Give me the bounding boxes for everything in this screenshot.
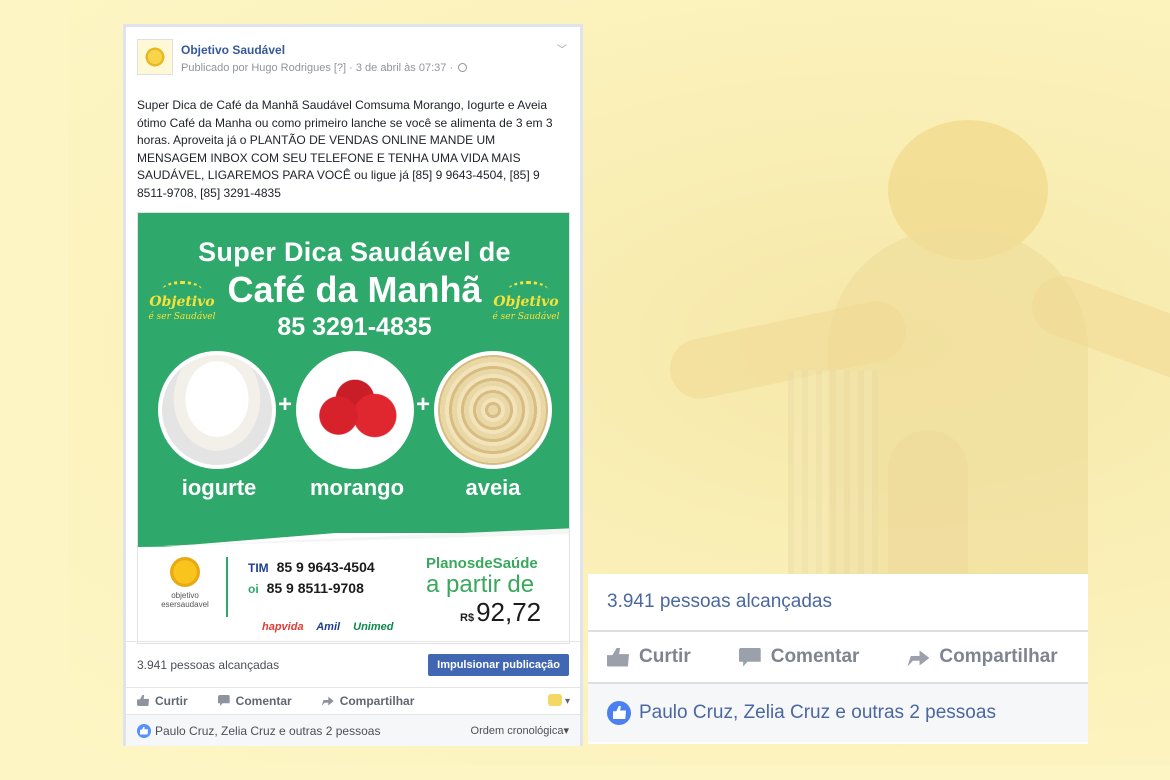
page-avatar-small-icon	[547, 694, 562, 706]
like-badge-icon	[607, 701, 631, 725]
partner-brands: hapvida Amil Unimed	[262, 621, 393, 633]
chevron-down-icon[interactable]: ﹀	[557, 41, 567, 56]
tim-number: 85 9 9643-4504	[276, 559, 375, 575]
oi-phone: oi 85 9 8511-9708	[248, 580, 364, 596]
planos-title: PlanosdeSaúde	[426, 555, 538, 572]
planos-partir: a partir de	[426, 571, 535, 598]
post-meta: Publicado por Hugo Rodrigues [?] · 3 de …	[181, 62, 468, 74]
brand-logo-line1: objetivo	[171, 591, 199, 600]
zoom-action-bar: Curtir Comentar Compartilhar	[588, 632, 1088, 684]
zoomed-stats-panel: 3.941 pessoas alcançadas Curtir Comentar…	[588, 574, 1088, 744]
comment-icon	[217, 695, 230, 706]
background-child	[888, 430, 968, 580]
page-avatar[interactable]	[137, 39, 173, 75]
oats-image	[434, 351, 552, 469]
page-selector[interactable]: ▾	[547, 694, 570, 707]
amil-logo: Amil	[316, 621, 341, 633]
brand-logo: objetivo esersaudavel	[150, 557, 220, 609]
yogurt-image	[158, 351, 276, 469]
comment-button[interactable]: Comentar	[217, 693, 292, 708]
zoom-like: Curtir	[607, 646, 691, 668]
plus-sign: +	[278, 391, 293, 418]
comment-icon	[738, 647, 761, 667]
action-bar: Curtir Comentar Compartilhar ▾	[126, 687, 580, 713]
zoom-comment: Comentar	[738, 646, 860, 668]
comment-order-dropdown[interactable]: Ordem cronológica▾	[471, 724, 569, 737]
strawberry-image	[296, 351, 414, 469]
reach-row: 3.941 pessoas alcançadas Impulsionar pub…	[126, 641, 580, 687]
share-icon	[907, 650, 930, 667]
brand-logo-line2: esersaudavel	[161, 600, 209, 609]
zoom-comment-label: Comentar	[770, 646, 860, 667]
hapvida-logo: hapvida	[262, 621, 304, 633]
share-label: Compartilhar	[339, 693, 415, 708]
facebook-post-card: Objetivo Saudável Publicado por Hugo Rod…	[123, 24, 583, 746]
unimed-logo: Unimed	[353, 621, 394, 633]
zoom-likes-names: Paulo Cruz, Zelia Cruz e outras 2 pessoa…	[639, 702, 996, 723]
food-label-morango: morango	[309, 475, 405, 500]
oi-number: 85 9 8511-9708	[266, 580, 364, 596]
tim-logo: TIM	[248, 561, 269, 575]
brand-logo-icon	[170, 557, 200, 587]
like-badge-icon	[137, 723, 151, 738]
like-button[interactable]: Curtir	[137, 694, 188, 708]
comment-label: Comentar	[235, 693, 292, 708]
currency: R$	[460, 612, 475, 624]
post-header: Objetivo Saudável Publicado por Hugo Rod…	[137, 39, 569, 79]
image-phone: 85 3291-4835	[277, 313, 432, 341]
thumbs-up-icon	[137, 695, 149, 706]
image-bottom-band: objetivo esersaudavel TIM 85 9 9643-4504…	[138, 547, 569, 643]
price-value: 92,72	[476, 597, 542, 627]
caret-down-icon: ▾	[563, 725, 569, 737]
post-image[interactable]: Objetivo é ser Saudável Objetivo é ser S…	[137, 212, 570, 644]
thumbs-up-icon	[607, 647, 629, 667]
zoom-like-label: Curtir	[639, 646, 691, 667]
planos-price: R$92,72	[460, 597, 541, 628]
boost-post-button[interactable]: Impulsionar publicação	[428, 653, 569, 676]
zoom-share: Compartilhar	[907, 646, 1058, 668]
zoom-people-reached: 3.941 pessoas alcançadas	[588, 574, 1088, 632]
share-button[interactable]: Compartilhar	[321, 693, 415, 708]
likes-names[interactable]: Paulo Cruz, Zelia Cruz e outras 2 pessoa…	[155, 724, 380, 738]
published-by-text: Publicado por Hugo Rodrigues [?] · 3 de …	[181, 62, 454, 74]
zoom-likes-row: Paulo Cruz, Zelia Cruz e outras 2 pessoa…	[588, 684, 1088, 742]
order-label: Ordem cronológica	[470, 725, 564, 737]
divider	[226, 557, 228, 617]
share-icon	[321, 696, 334, 706]
globe-icon	[458, 63, 468, 72]
post-body-text: Super Dica de Café da Manhã Saudável Com…	[137, 98, 553, 200]
food-label-iogurte: iogurte	[181, 475, 257, 500]
likes-row: Paulo Cruz, Zelia Cruz e outras 2 pessoa…	[126, 714, 580, 746]
image-title-line2: Café da Manhã	[227, 269, 482, 310]
image-title-line1: Super Dica Saudável de	[198, 237, 511, 267]
food-label-aveia: aveia	[465, 475, 521, 500]
tim-phone: TIM 85 9 9643-4504	[248, 559, 375, 575]
page-name-link[interactable]: Objetivo Saudável	[181, 43, 467, 57]
oi-logo: oi	[248, 582, 259, 596]
caret-down-icon: ▾	[564, 696, 570, 707]
zoom-share-label: Compartilhar	[939, 646, 1058, 667]
plus-sign: +	[416, 391, 431, 418]
people-reached[interactable]: 3.941 pessoas alcançadas	[137, 658, 279, 672]
like-label: Curtir	[155, 693, 188, 708]
